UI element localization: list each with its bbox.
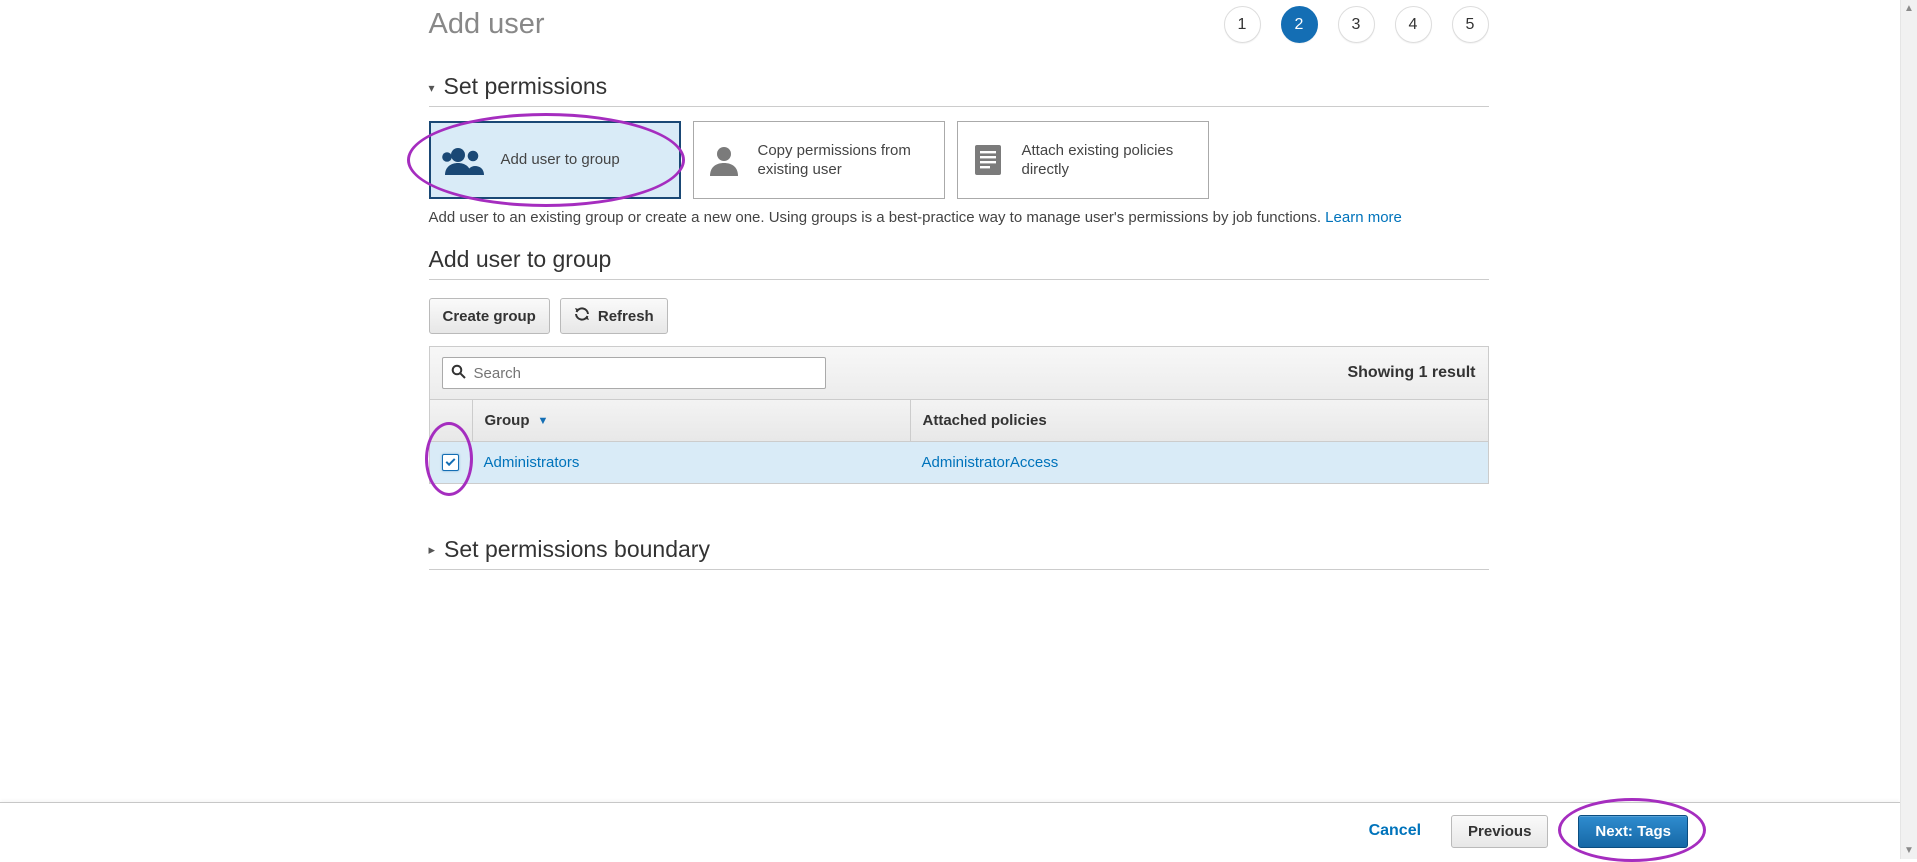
option-label: Add user to group (501, 150, 620, 170)
row-checkbox[interactable] (442, 454, 459, 471)
step-4[interactable]: 4 (1395, 6, 1432, 43)
search-input[interactable] (474, 365, 817, 382)
next-tags-button[interactable]: Next: Tags (1578, 815, 1688, 848)
sort-caret-icon: ▼ (538, 415, 549, 427)
table-row[interactable]: Administrators AdministratorAccess (430, 442, 1488, 483)
col-header-group[interactable]: Group ▼ (472, 400, 910, 441)
option-attach-policies[interactable]: Attach existing policies directly (957, 121, 1209, 199)
col-header-policies[interactable]: Attached policies (910, 400, 1488, 441)
section-permissions-boundary[interactable]: Set permissions boundary (429, 536, 1489, 570)
caret-right-icon (429, 541, 436, 558)
step-1[interactable]: 1 (1224, 6, 1261, 43)
group-name-link[interactable]: Administrators (484, 454, 580, 471)
step-2[interactable]: 2 (1281, 6, 1318, 43)
subheading-add-user-to-group: Add user to group (429, 246, 1489, 280)
step-3[interactable]: 3 (1338, 6, 1375, 43)
document-icon (968, 143, 1008, 177)
learn-more-link[interactable]: Learn more (1325, 209, 1402, 226)
hint-text: Add user to an existing group or create … (429, 209, 1489, 226)
result-count: Showing 1 result (1347, 364, 1475, 382)
refresh-icon (574, 306, 590, 326)
policy-link[interactable]: AdministratorAccess (922, 454, 1059, 471)
scroll-up-icon[interactable]: ▲ (1901, 0, 1917, 17)
checkmark-icon (446, 456, 456, 466)
previous-button[interactable]: Previous (1451, 815, 1548, 848)
boundary-title: Set permissions boundary (444, 536, 710, 563)
scroll-down-icon[interactable]: ▼ (1901, 842, 1917, 859)
option-label: Attach existing policies directly (1022, 141, 1198, 180)
option-add-user-to-group[interactable]: Add user to group (429, 121, 681, 199)
section-title: Set permissions (444, 73, 608, 100)
caret-down-icon (429, 79, 435, 95)
search-icon (451, 364, 466, 382)
user-icon (704, 144, 744, 176)
wizard-steps: 1 2 3 4 5 (1224, 6, 1489, 43)
page-title: Add user (429, 8, 545, 41)
group-icon (441, 145, 487, 175)
create-group-button[interactable]: Create group (429, 298, 550, 334)
refresh-button[interactable]: Refresh (560, 298, 668, 334)
option-copy-permissions[interactable]: Copy permissions from existing user (693, 121, 945, 199)
step-5[interactable]: 5 (1452, 6, 1489, 43)
cancel-link[interactable]: Cancel (1369, 822, 1421, 840)
search-box[interactable] (442, 357, 826, 389)
col-header-checkbox[interactable] (430, 400, 472, 441)
groups-table: Showing 1 result Group ▼ Attached polici… (429, 346, 1489, 484)
footer-bar: Cancel Previous Next: Tags (0, 802, 1900, 859)
vertical-scrollbar[interactable]: ▲ ▼ (1900, 0, 1917, 859)
option-label: Copy permissions from existing user (758, 141, 934, 180)
section-set-permissions[interactable]: Set permissions (429, 73, 1489, 107)
